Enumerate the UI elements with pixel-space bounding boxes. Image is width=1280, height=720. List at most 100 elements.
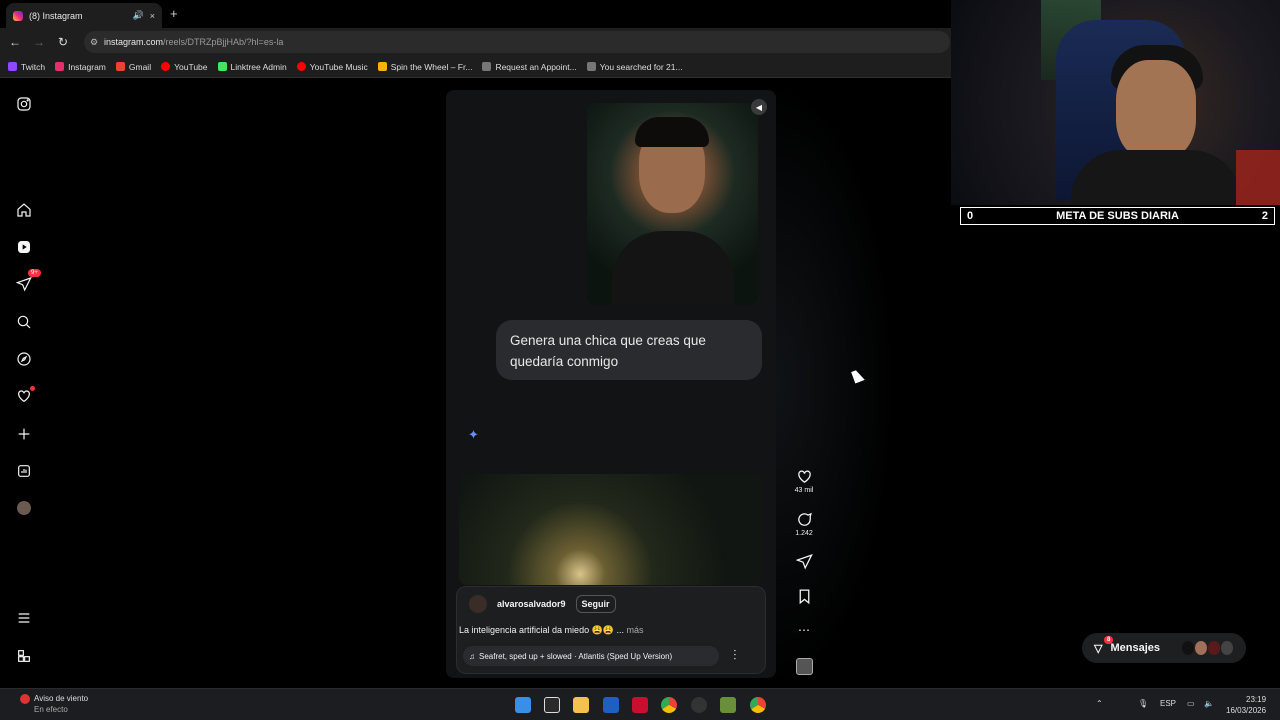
author-avatar[interactable] <box>469 595 487 613</box>
back-icon[interactable]: ← <box>3 35 27 49</box>
like-button[interactable]: 43 mil <box>792 468 816 494</box>
bookmarks-bar: Twitch Instagram Gmail YouTube Linktree … <box>0 56 951 78</box>
messages-button[interactable]: ▽ 8 Mensajes <box>1082 633 1246 663</box>
goal-target: 2 <box>1261 210 1268 222</box>
selfie-image <box>587 103 758 305</box>
follow-button[interactable]: Seguir <box>575 595 616 613</box>
comment-count: 1.242 <box>795 530 813 537</box>
volume-tray-icon[interactable]: 🔈 <box>1204 699 1214 708</box>
dashboard-icon[interactable] <box>14 461 34 481</box>
music-bar[interactable]: ♫ Seafret, sped up + slowed · Atlantis (… <box>463 646 719 666</box>
store-icon[interactable] <box>603 697 619 713</box>
author-username[interactable]: alvarosalvador9 <box>497 599 566 609</box>
tab-instagram[interactable]: (8) Instagram 🔊 × <box>6 3 162 28</box>
send-icon <box>795 554 813 570</box>
reel-video[interactable]: ◀ Genera una chica que creas que quedarí… <box>446 90 776 678</box>
instagram-sidebar: 9+ <box>10 80 41 688</box>
search-icon[interactable] <box>14 312 34 332</box>
send-icon: ▽ <box>1094 642 1103 655</box>
new-tab-button[interactable]: + <box>170 6 178 21</box>
reel-info-overlay: alvarosalvador9 Seguir La inteligencia a… <box>456 586 766 674</box>
bookmark-twitch[interactable]: Twitch <box>8 62 45 72</box>
system-clock[interactable]: 23:19 16/03/2026 <box>1226 694 1266 716</box>
weather-alert-icon <box>20 694 30 704</box>
url-host: instagram.com <box>104 37 164 47</box>
audio-waveform-icon[interactable]: ⫶ <box>733 647 737 664</box>
windows-taskbar: Aviso de viento En efecto ⌃ 🎙 ESP ▭ 🔈 23… <box>0 688 1280 720</box>
weather-widget[interactable]: Aviso de viento En efecto <box>20 693 88 715</box>
tray-chevron-icon[interactable]: ⌃ <box>1096 699 1103 708</box>
reload-icon[interactable]: ↻ <box>51 35 75 49</box>
apps-icon[interactable] <box>14 646 34 666</box>
site-icon <box>482 62 492 71</box>
weather-title: Aviso de viento <box>34 694 89 703</box>
webcam-overlay <box>951 0 1280 205</box>
minecraft-icon[interactable] <box>720 697 736 713</box>
weather-subtitle: En efecto <box>34 705 68 714</box>
bookmark-youtube-music[interactable]: YouTube Music <box>296 62 368 72</box>
linktree-icon <box>217 62 227 71</box>
more-options-icon[interactable]: ⋯ <box>792 623 816 637</box>
bookmark-youtube[interactable]: YouTube <box>161 62 208 72</box>
audio-thumbnail[interactable] <box>792 658 816 675</box>
start-icon[interactable] <box>515 697 531 713</box>
url-path: /reels/DTRZpBjjHAb/?hl=es-la <box>163 37 284 47</box>
wheel-icon <box>377 62 387 71</box>
site-icon <box>586 62 596 71</box>
instagram-page: 9+ ◀ Genera una chica que creas que qued… <box>0 80 1247 688</box>
chrome-profile-icon[interactable] <box>750 697 766 713</box>
bookmark-gmail[interactable]: Gmail <box>115 62 151 72</box>
save-button[interactable] <box>792 588 816 607</box>
address-toolbar: ← → ↻ ⚙ instagram.com/reels/DTRZpBjjHAb/… <box>0 28 951 56</box>
reel-author: alvarosalvador9 Seguir <box>469 595 616 613</box>
prompt-bubble: Genera una chica que creas que quedaría … <box>496 320 762 380</box>
microphone-icon[interactable]: 🎙 <box>1138 699 1148 708</box>
volume-icon[interactable]: ◀ <box>751 99 767 115</box>
bookmark-instagram[interactable]: Instagram <box>55 62 106 72</box>
home-icon[interactable] <box>14 200 34 220</box>
bookmark-linktree[interactable]: Linktree Admin <box>217 62 287 72</box>
network-icon[interactable]: ▭ <box>1187 699 1195 708</box>
share-button[interactable] <box>792 553 816 572</box>
bookmark-search[interactable]: You searched for 21... <box>586 62 683 72</box>
youtube-icon <box>161 62 171 71</box>
notifications-badge: 9+ <box>28 269 41 277</box>
bookmark-appointment[interactable]: Request an Appoint... <box>482 62 577 72</box>
palm-image <box>459 474 762 585</box>
clock-time: 23:19 <box>1246 695 1267 704</box>
explore-icon[interactable] <box>14 349 34 369</box>
forward-icon[interactable]: → <box>27 35 51 49</box>
comment-button[interactable]: 1.242 <box>792 511 816 537</box>
antivirus-icon[interactable] <box>632 697 648 713</box>
heart-icon[interactable] <box>14 386 35 406</box>
caption-more-link[interactable]: más <box>627 625 644 635</box>
instagram-logo-icon[interactable] <box>14 94 34 114</box>
menu-icon[interactable] <box>14 608 34 628</box>
file-explorer-icon[interactable] <box>573 697 589 713</box>
obs-icon[interactable] <box>691 697 707 713</box>
speaker-icon[interactable]: 🔊 <box>133 10 144 21</box>
reels-icon[interactable] <box>14 237 34 257</box>
bookmark-spin-wheel[interactable]: Spin the Wheel – Fr... <box>377 62 472 72</box>
goal-title: META DE SUBS DIARIA <box>1056 210 1179 222</box>
browser-tab-bar: (8) Instagram 🔊 × + <box>0 0 951 28</box>
comment-icon <box>797 512 812 526</box>
stream-background <box>951 228 1280 688</box>
twitch-icon <box>8 62 17 71</box>
create-icon[interactable] <box>14 424 34 444</box>
send-icon[interactable]: 9+ <box>14 269 41 294</box>
site-info-icon[interactable]: ⚙ <box>90 37 98 48</box>
close-tab-icon[interactable]: × <box>150 11 155 21</box>
music-title: Seafret, sped up + slowed · Atlantis (Sp… <box>479 651 673 661</box>
chrome-icon[interactable] <box>661 697 677 713</box>
language-indicator[interactable]: ESP <box>1160 699 1176 708</box>
messages-label: Mensajes <box>1110 642 1160 654</box>
task-view-icon[interactable] <box>544 697 560 713</box>
heart-icon <box>797 470 811 483</box>
gemini-sparkle-icon: ✦ <box>468 427 479 442</box>
clock-date: 16/03/2026 <box>1226 706 1267 715</box>
subs-goal-bar: 0 META DE SUBS DIARIA 2 <box>960 207 1275 225</box>
youtube-music-icon <box>296 62 306 71</box>
url-bar[interactable]: ⚙ instagram.com/reels/DTRZpBjjHAb/?hl=es… <box>84 31 950 53</box>
avatar[interactable] <box>14 498 34 518</box>
